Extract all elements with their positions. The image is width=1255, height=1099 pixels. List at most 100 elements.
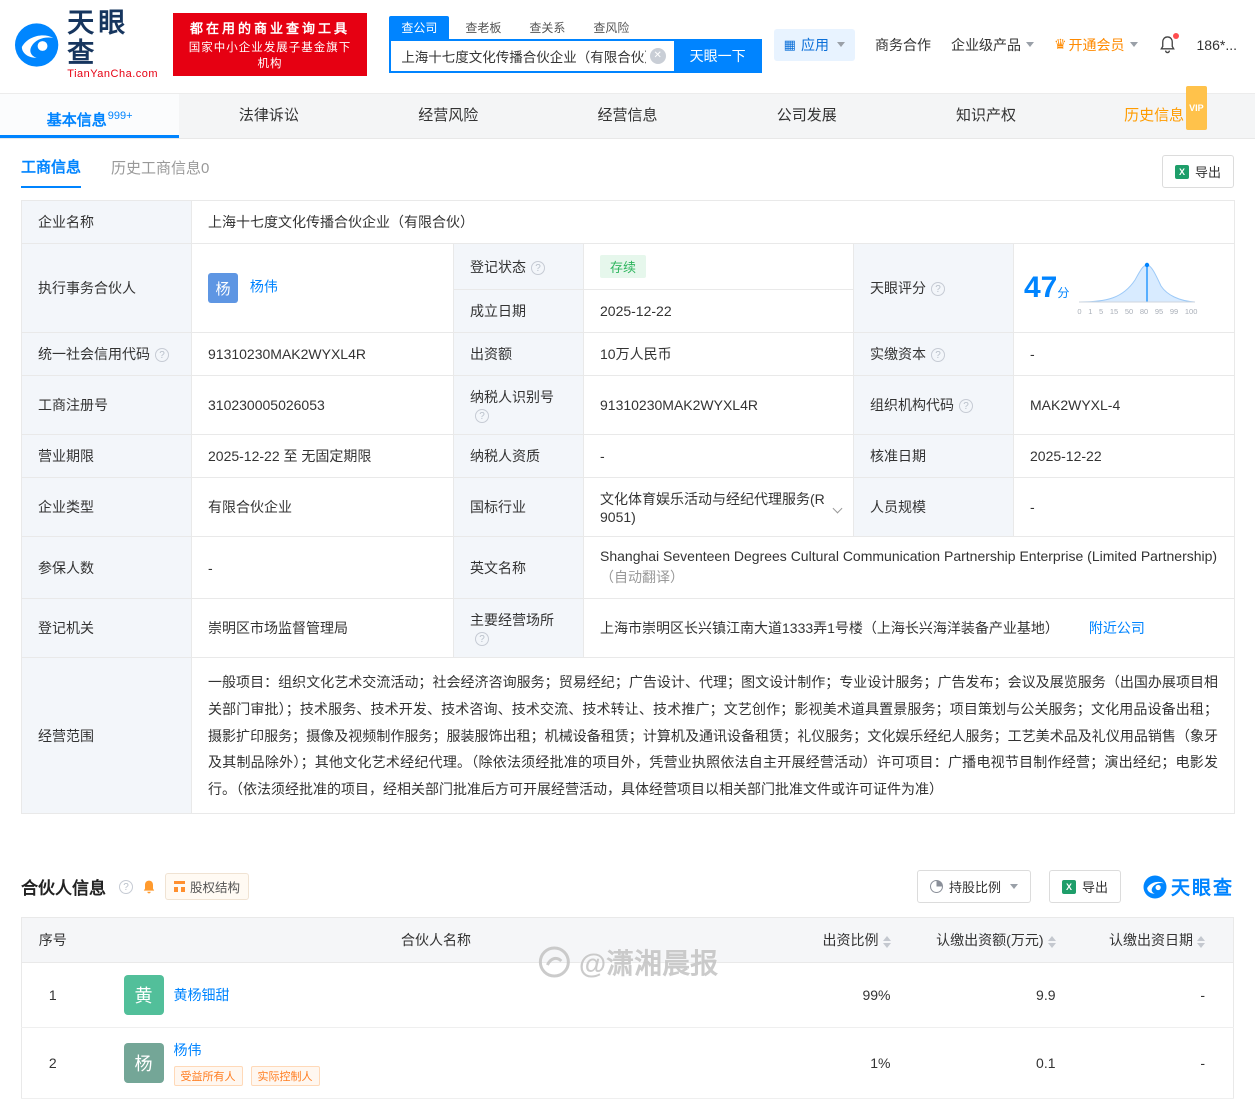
subtab-history-business-info[interactable]: 历史工商信息0 [111, 157, 209, 187]
partner-name-link[interactable]: 黄杨钿甜 [174, 985, 230, 1005]
equity-structure-label: 股权结构 [190, 881, 241, 896]
taxpayer-id-label-text: 纳税人识别号 [470, 389, 554, 406]
search-block: 查公司 查老板 查关系 查风险 ✕ 天眼一下 [389, 16, 762, 74]
beneficial-owner-tag[interactable]: 受益所有人 [173, 1066, 243, 1087]
actual-controller-tag[interactable]: 实际控制人 [250, 1066, 320, 1087]
score-cell[interactable]: 47分 0 1 5 15 50 80 95 99 100 [1012, 243, 1236, 334]
company-name-value: 上海十七度文化传播合伙企业（有限合伙） [190, 200, 1236, 245]
sort-icon[interactable] [1197, 935, 1205, 948]
col-ratio[interactable]: 出资比例 [788, 917, 919, 964]
question-icon[interactable] [959, 399, 973, 414]
business-scope-label: 经营范围 [21, 657, 192, 815]
taxpayer-id-label: 纳税人识别号 [453, 375, 584, 436]
notification-bell[interactable] [1158, 33, 1179, 54]
tab-company-development[interactable]: 公司发展 [717, 94, 896, 138]
partner-name-cell: 黄 黄杨钿甜 [83, 962, 789, 1029]
question-icon[interactable] [475, 409, 489, 424]
capital-value: 10万人民币 [583, 332, 854, 377]
tab-legal[interactable]: 法律诉讼 [179, 94, 358, 138]
partner-name-link[interactable]: 杨伟 [174, 1040, 320, 1060]
col-amount[interactable]: 认缴出资额(万元) [918, 917, 1084, 964]
question-icon[interactable] [931, 348, 945, 363]
user-phone[interactable]: 186*... [1197, 37, 1237, 53]
credit-code-label: 统一社会信用代码 [21, 332, 192, 377]
partners-title: 合伙人信息 [21, 879, 106, 899]
tick: 95 [1154, 307, 1164, 317]
col-date[interactable]: 认缴出资日期 [1083, 917, 1234, 964]
exec-partner-link[interactable]: 杨伟 [250, 279, 278, 295]
enterprise-products-link[interactable]: 企业级产品 [951, 35, 1034, 55]
equity-structure-icon [174, 881, 185, 893]
tab-basic-info[interactable]: 基本信息999+ [0, 94, 180, 139]
sort-icon[interactable] [1047, 935, 1056, 948]
open-vip-link[interactable]: ♛ 开通会员 [1054, 35, 1138, 55]
reg-status-value: 存续 [583, 243, 854, 291]
reg-authority-value: 崇明区市场监督管理局 [191, 598, 454, 659]
equity-structure-button[interactable]: 股权结构 [165, 873, 250, 901]
score-unit: 分 [1057, 286, 1070, 301]
partner-row: 2 杨 杨伟 受益所有人 实际控制人 1% 0.1 - [21, 1027, 1234, 1099]
tick: 99 [1169, 307, 1179, 317]
brand-slogan-badge: 都在用的商业查询工具 国家中小企业发展子基金旗下机构 [172, 13, 368, 77]
chevron-down-icon[interactable] [832, 503, 843, 514]
english-name-value: Shanghai Seventeen Degrees Cultural Comm… [582, 536, 1236, 600]
avatar[interactable]: 黄 [123, 975, 164, 1016]
tick: 15 [1109, 307, 1119, 317]
question-icon[interactable] [475, 632, 489, 647]
table-row: 企业名称 上海十七度文化传播合伙企业（有限合伙） [21, 200, 1236, 245]
search-input[interactable] [389, 39, 674, 74]
address-label-text: 主要经营场所 [470, 612, 554, 629]
question-icon[interactable] [119, 879, 133, 894]
caret-down-icon [1129, 42, 1138, 48]
search-tab-boss[interactable]: 查老板 [453, 16, 513, 39]
sort-icon[interactable] [882, 935, 891, 948]
question-icon[interactable] [931, 282, 945, 297]
taxpayer-quality-value: - [583, 434, 854, 479]
tab-operating-info[interactable]: 经营信息 [538, 94, 717, 138]
search-button[interactable]: 天眼一下 [673, 39, 762, 74]
tianyancha-logo[interactable]: 天眼查 TianYanCha.com [14, 8, 159, 80]
partners-export-button[interactable]: 导出 [1048, 870, 1121, 904]
company-section-nav: 基本信息999+ 法律诉讼 经营风险 经营信息 公司发展 知识产权 历史信息 VI… [0, 86, 1255, 140]
question-icon[interactable] [155, 348, 169, 363]
subtab-business-info[interactable]: 工商信息 [21, 156, 82, 188]
slogan-line1: 都在用的商业查询工具 [190, 21, 351, 37]
apps-menu[interactable]: ▦ 应用 [773, 28, 855, 61]
staff-size-label: 人员规模 [853, 477, 1014, 538]
tab-basic-info-label: 基本信息 [46, 112, 107, 130]
tab-legal-label: 法律诉讼 [238, 107, 299, 125]
col-index: 序号 [21, 917, 84, 964]
export-button[interactable]: 导出 [1161, 155, 1234, 189]
table-row: 执行事务合伙人 杨 杨伟 登记状态 存续 天眼评分 47分 [21, 243, 1236, 334]
tab-history-label: 历史信息 [1124, 107, 1185, 125]
nearby-companies-link[interactable]: 附近公司 [1089, 620, 1145, 636]
tab-operating-info-label: 经营信息 [597, 107, 658, 125]
search-tabs: 查公司 查老板 查关系 查风险 [389, 16, 761, 40]
clear-icon[interactable]: ✕ [649, 48, 666, 65]
business-coop-link[interactable]: 商务合作 [875, 35, 931, 55]
reg-number-value: 310230005026053 [191, 375, 454, 436]
search-tab-risk[interactable]: 查风险 [581, 16, 641, 39]
subscribe-bell-icon[interactable] [141, 879, 157, 895]
search-tab-relation[interactable]: 查关系 [517, 16, 577, 39]
partners-header-row: 序号 合伙人名称 出资比例 认缴出资额(万元) 认缴出资日期 [21, 917, 1234, 964]
paid-capital-label-text: 实缴资本 [870, 346, 926, 363]
excel-icon [1061, 879, 1076, 894]
pie-chart-icon [929, 880, 943, 894]
tick: 80 [1139, 307, 1149, 317]
table-row: 统一社会信用代码 91310230MAK2WYXL4R 出资额 10万人民币 实… [21, 332, 1236, 377]
avatar[interactable]: 杨 [208, 273, 238, 304]
question-icon[interactable] [531, 260, 545, 275]
tab-history-info[interactable]: 历史信息 VIP [1076, 86, 1255, 138]
avatar[interactable]: 杨 [123, 1043, 164, 1084]
auto-translate-note: （自动翻译） [600, 569, 684, 586]
search-tab-company[interactable]: 查公司 [389, 16, 450, 40]
tab-intellectual-property[interactable]: 知识产权 [896, 94, 1075, 138]
taxpayer-id-value: 91310230MAK2WYXL4R [583, 375, 854, 436]
tab-operating-risk[interactable]: 经营风险 [359, 94, 538, 138]
brand-watermark: 天眼查 [1143, 873, 1234, 900]
partner-index: 1 [21, 962, 84, 1029]
company-type-value: 有限合伙企业 [191, 477, 454, 538]
shareholding-ratio-button[interactable]: 持股比例 [916, 870, 1031, 904]
org-code-value: MAK2WYXL-4 [1012, 375, 1236, 436]
